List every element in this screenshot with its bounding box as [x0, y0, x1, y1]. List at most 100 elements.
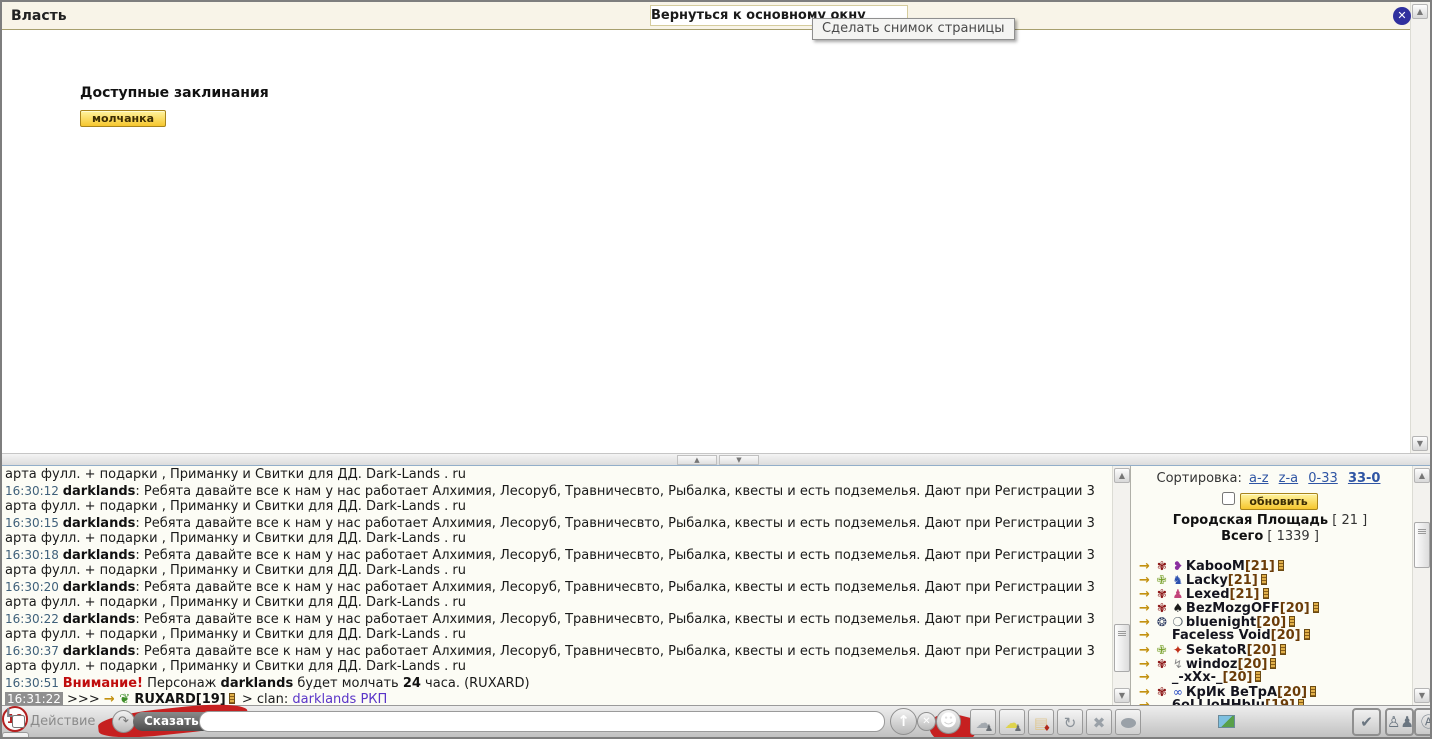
player-row[interactable]: → ✾ ❥ KabooM[21] [1139, 559, 1408, 574]
arrow-icon: → [1139, 587, 1150, 602]
player-info-icon[interactable] [1277, 560, 1284, 571]
total-label: Всего [1221, 529, 1264, 544]
scroll-down-icon[interactable]: ▼ [1114, 688, 1130, 703]
chat-timestamp: 16:30:18 [5, 548, 63, 562]
player-row[interactable]: → ✾ ∞ КрИк ВеТрА[20] [1139, 685, 1408, 700]
chat-text: >>> [62, 692, 104, 705]
font-button[interactable]: Ⓐ [1414, 708, 1430, 736]
sort-row: Сортировка: a-z z-a 0-33 33-0 [1131, 471, 1409, 486]
refresh-chat-button[interactable]: ↻ [1057, 709, 1083, 735]
scroll-up-icon[interactable]: ▲ [1114, 468, 1130, 483]
gear-icon: ↯ [1172, 657, 1183, 671]
refresh-button[interactable]: обновить [1239, 493, 1318, 510]
translit-button[interactable]: L R [2, 706, 1426, 737]
player-row[interactable]: → ✾ ♠ BezMozgOFF[20] [1139, 601, 1408, 616]
clan-red-icon: ✾ [1156, 685, 1167, 699]
location-count: [ 21 ] [1328, 513, 1368, 528]
chat-line: арта фулл. + подарки , Приманку и Свитки… [5, 499, 1110, 515]
clear-input-icon[interactable]: ✕ [917, 712, 936, 731]
arrow-icon: → [1139, 628, 1150, 643]
player-name[interactable]: _-xXx-_ [1172, 670, 1223, 685]
clan-link[interactable]: darklands РКП [292, 692, 387, 705]
player-name[interactable]: Faceless Void [1172, 628, 1271, 643]
chat-splitter[interactable]: ▲ ▼ [2, 453, 1430, 466]
kiss-icon: ❥ [1172, 559, 1183, 573]
chat-log-button[interactable]: ▤ ♦ [1028, 709, 1054, 735]
player-row[interactable]: → ✾ ♟ Lexed[21] [1139, 587, 1408, 602]
arrow-icon: → [1139, 601, 1150, 616]
player-info-icon[interactable] [1312, 602, 1319, 613]
chat-author: RUXARD[19] [134, 692, 226, 705]
clan-red-icon: ✾ [1156, 587, 1167, 601]
sort-label: Сортировка: [1156, 471, 1242, 486]
chat-text: часа. (RUXARD) [420, 676, 530, 691]
image-toggle-icon[interactable] [1218, 715, 1235, 728]
arrow-icon: → [1139, 670, 1150, 685]
silence-spell-button[interactable]: молчанка [80, 110, 166, 127]
sort-level-desc-link[interactable]: 33-0 [1348, 471, 1381, 486]
player-info-icon[interactable] [1289, 616, 1296, 627]
player-info-icon[interactable] [1279, 644, 1286, 655]
player-row[interactable]: → _-xXx-_[20] [1139, 671, 1408, 685]
clear-chat-button[interactable]: ✖ [1086, 709, 1112, 735]
sort-level-asc-link[interactable]: 0-33 [1308, 471, 1338, 486]
chat-scrollbar[interactable]: ▲ ▼ [1112, 466, 1130, 705]
sort-za-link[interactable]: z-a [1279, 471, 1298, 486]
overlay-icon: ♦ [1042, 724, 1051, 734]
player-row[interactable]: → ❂ ❍ bluenight[20] [1139, 615, 1408, 630]
chat-scroll-thumb[interactable] [1114, 624, 1130, 672]
chat-panel: арта фулл. + подарки , Приманку и Свитки… [2, 466, 1130, 705]
chat-input[interactable] [199, 711, 885, 732]
player-row[interactable]: → ✾ ↯ windoz[20] [1139, 657, 1408, 672]
chat-line: 16:30:18 darklands: Ребята давайте все к… [5, 547, 1110, 563]
clan-red-icon: ✾ [1156, 657, 1167, 671]
player-name[interactable]: KabooM [1186, 559, 1245, 574]
player-info-icon[interactable] [1260, 574, 1267, 585]
player-name[interactable]: BezMozgOFF [1186, 601, 1280, 616]
player-name[interactable]: 6oLLloHHbIu [1172, 698, 1265, 706]
send-button[interactable]: ↑ [890, 708, 917, 735]
chat-text: : Ребята давайте все к нам у нас работае… [135, 644, 1095, 659]
close-icon[interactable]: ✕ [1393, 7, 1411, 25]
people-button[interactable]: ♙♟ [1385, 708, 1414, 736]
player-row[interactable]: → ✙ ♞ Lacky[21] [1139, 573, 1408, 588]
chat-author: darklands [62, 484, 136, 499]
info-icon [228, 693, 235, 704]
scroll-down-icon[interactable]: ▼ [1414, 688, 1430, 703]
online-scroll-thumb[interactable] [1414, 522, 1430, 568]
player-row[interactable]: → Faceless Void[20] [1139, 629, 1408, 643]
action-checkbox[interactable] [12, 715, 25, 728]
sort-az-link[interactable]: a-z [1249, 471, 1268, 486]
player-info-icon[interactable] [1310, 686, 1317, 697]
player-info-icon[interactable] [1255, 671, 1262, 682]
clan-cross-icon: ✙ [1156, 643, 1167, 657]
chat-text: : Ребята давайте все к нам у нас работае… [135, 580, 1095, 595]
player-info-icon[interactable] [1262, 588, 1269, 599]
online-list-scrollbar[interactable]: ▲ ▼ [1412, 466, 1430, 705]
ignore-filter-button[interactable]: ☁ ♟ [970, 709, 996, 735]
chat-text: > clan: [237, 692, 293, 705]
imp-icon: ♟ [1172, 587, 1184, 601]
chat-text: арта фулл. + подарки , Приманку и Свитки… [5, 563, 466, 578]
splitter-collapse-up-icon[interactable]: ▲ [677, 455, 717, 465]
bubble-filter-button[interactable] [1115, 709, 1141, 735]
scroll-down-icon[interactable]: ▼ [1412, 436, 1428, 451]
confirm-button[interactable]: ✔ [1352, 708, 1381, 736]
scroll-up-icon[interactable]: ▲ [1414, 468, 1430, 483]
main-scrollbar[interactable]: ▲ ▼ [1410, 2, 1430, 453]
lens-icon: ❍ [1172, 615, 1184, 629]
splitter-collapse-down-icon[interactable]: ▼ [719, 455, 759, 465]
player-info-icon[interactable] [1303, 629, 1310, 640]
chat-line: 16:30:51 Внимание! Персонаж darklands бу… [5, 675, 1110, 691]
auto-refresh-checkbox[interactable] [1222, 492, 1236, 505]
player-info-icon[interactable] [1270, 658, 1277, 669]
smiley-icon[interactable]: ☻ [936, 709, 961, 734]
player-name[interactable]: Lexed [1186, 587, 1230, 602]
repeat-icon[interactable]: ↷ [112, 710, 135, 733]
player-name[interactable]: SekatoR [1186, 643, 1247, 658]
player-row[interactable]: → ✙ ✦ SekatoR[20] [1139, 643, 1408, 658]
scroll-up-icon[interactable]: ▲ [1412, 4, 1428, 19]
player-name[interactable]: Lacky [1186, 573, 1228, 588]
player-level: [21] [1229, 587, 1260, 602]
ignore-filter-active-button[interactable]: ☁ ♟ [999, 709, 1025, 735]
